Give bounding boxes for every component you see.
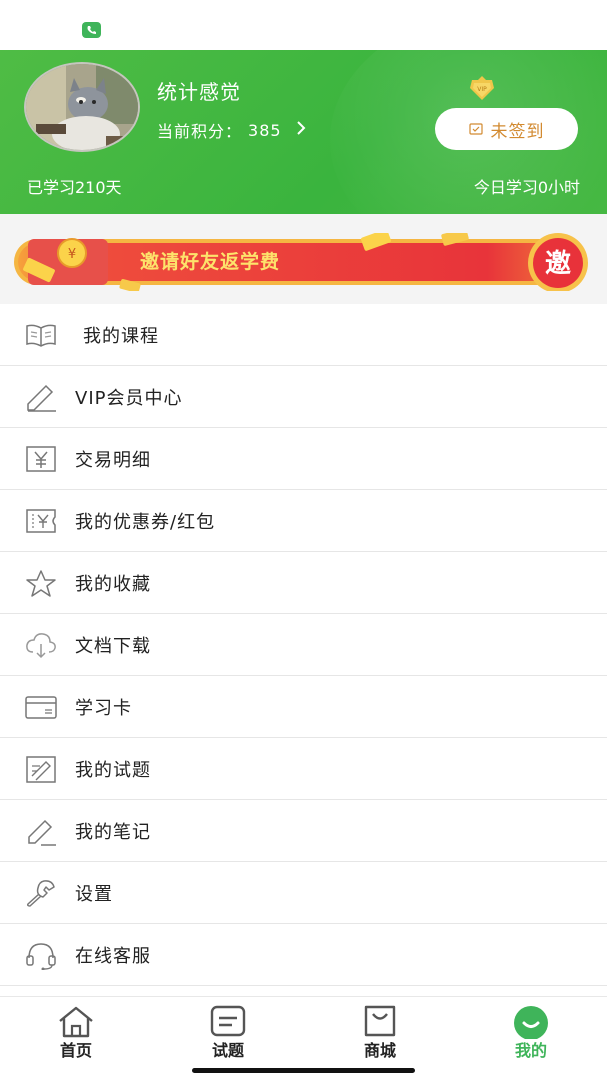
tab-mine[interactable]: 我的 xyxy=(481,999,581,1060)
tab-exams[interactable]: 试题 xyxy=(178,999,278,1060)
checkin-label: 未签到 xyxy=(490,121,545,142)
invite-banner-text: 邀请好友返学费 xyxy=(140,251,281,273)
coupon-icon xyxy=(24,505,58,537)
book-icon xyxy=(24,319,58,351)
menu-item-label: VIP会员中心 xyxy=(75,387,183,409)
calendar-check-icon xyxy=(468,123,483,135)
tab-shop[interactable]: 商城 xyxy=(330,999,430,1060)
menu-item-online-service[interactable]: 在线客服 xyxy=(0,924,607,986)
menu-item-label: 我的笔记 xyxy=(75,821,151,843)
home-indicator xyxy=(192,1068,415,1073)
tab-home[interactable]: 首页 xyxy=(26,999,126,1060)
pen-icon xyxy=(24,381,58,413)
points-value: 385 xyxy=(248,120,282,140)
menu-item-vip-center[interactable]: VIP会员中心 xyxy=(0,366,607,428)
menu-item-label: 我的收藏 xyxy=(75,573,151,595)
shop-bag-icon xyxy=(364,1005,396,1037)
menu-item-label: 我的课程 xyxy=(83,325,159,347)
tab-label: 首页 xyxy=(59,1041,92,1060)
menu-item-my-courses[interactable]: 我的课程 xyxy=(0,304,607,366)
menu-list: 我的课程 VIP会员中心 交易明细 我的优惠券/红包 我的收藏 文档下载 学习卡… xyxy=(0,304,607,986)
note-pen-icon xyxy=(24,815,58,847)
menu-item-label: 我的试题 xyxy=(75,759,151,781)
menu-item-my-exams[interactable]: 我的试题 xyxy=(0,738,607,800)
star-icon xyxy=(24,567,58,599)
cloud-download-icon xyxy=(24,629,58,661)
menu-item-favorites[interactable]: 我的收藏 xyxy=(0,552,607,614)
menu-item-transactions[interactable]: 交易明细 xyxy=(0,428,607,490)
exam-icon xyxy=(24,753,58,785)
menu-item-label: 文档下载 xyxy=(75,635,151,657)
svg-text:¥: ¥ xyxy=(68,247,76,262)
menu-item-coupons[interactable]: 我的优惠券/红包 xyxy=(0,490,607,552)
phone-call-icon xyxy=(82,22,101,38)
status-bar xyxy=(0,0,607,50)
headset-icon xyxy=(24,939,58,971)
points-label: 当前积分： xyxy=(157,122,243,141)
menu-item-label: 学习卡 xyxy=(75,697,132,719)
card-icon xyxy=(24,691,58,723)
wrench-icon xyxy=(24,877,58,909)
exam-tab-icon xyxy=(210,1005,246,1037)
tab-label: 试题 xyxy=(211,1041,244,1060)
home-icon xyxy=(59,1006,93,1038)
menu-item-doc-download[interactable]: 文档下载 xyxy=(0,614,607,676)
avatar[interactable] xyxy=(24,62,140,152)
svg-text:VIP: VIP xyxy=(477,86,487,93)
menu-item-study-card[interactable]: 学习卡 xyxy=(0,676,607,738)
vip-badge-icon: VIP xyxy=(468,76,496,100)
svg-text:邀: 邀 xyxy=(545,249,571,279)
checkin-button[interactable]: 未签到 xyxy=(435,108,578,150)
tab-label: 商城 xyxy=(363,1041,396,1060)
chevron-right-icon xyxy=(296,120,306,140)
menu-item-settings[interactable]: 设置 xyxy=(0,862,607,924)
studied-days: 已学习210天 xyxy=(27,178,122,197)
menu-item-label: 交易明细 xyxy=(75,449,151,471)
username: 统计感觉 xyxy=(157,80,241,104)
menu-item-label: 我的优惠券/红包 xyxy=(75,511,216,533)
profile-smile-icon xyxy=(514,1006,548,1039)
menu-item-label: 设置 xyxy=(75,883,113,905)
profile-header: 统计感觉 当前积分： 385 VIP 未签到 已学习210天 今日学习0小时 xyxy=(0,50,607,214)
menu-item-my-notes[interactable]: 我的笔记 xyxy=(0,800,607,862)
tab-label: 我的 xyxy=(514,1041,547,1060)
banner-area: ¥ 邀 邀请好友返学费 xyxy=(0,214,607,304)
invite-banner[interactable]: ¥ 邀 xyxy=(12,233,596,291)
today-study: 今日学习0小时 xyxy=(473,178,580,197)
menu-item-label: 在线客服 xyxy=(75,945,151,967)
points-row[interactable]: 当前积分： 385 xyxy=(157,118,306,142)
yen-bill-icon xyxy=(24,443,58,475)
